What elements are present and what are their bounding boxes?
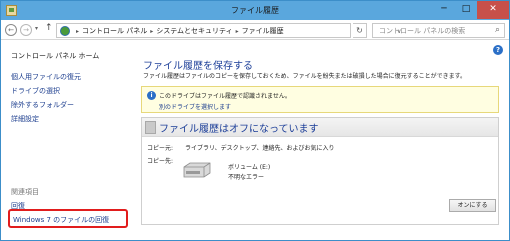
- main-content: ? ファイル履歴を保存する ファイル履歴はファイルのコピーを保存しておくため、フ…: [131, 41, 509, 240]
- sidebar-item-advanced-settings[interactable]: 詳細設定: [11, 114, 39, 124]
- breadcrumb-separator-icon[interactable]: ▸: [236, 28, 239, 35]
- status-title: ファイル履歴はオフになっています: [159, 124, 319, 135]
- drive-status: 不明なエラー: [228, 174, 265, 181]
- select-another-drive-link[interactable]: 別のドライブを選択します: [159, 102, 231, 111]
- title-bar[interactable]: ファイル履歴 ─ □ ✕: [1, 1, 509, 20]
- address-field[interactable]: ▸ コントロール パネル ▸ システムとセキュリティ ▸ ファイル履歴 ∨: [56, 23, 401, 38]
- related-heading: 関連項目: [11, 188, 39, 196]
- sidebar-home-link[interactable]: コントロール パネル ホーム: [11, 51, 99, 61]
- refresh-button[interactable]: ↻: [353, 23, 367, 38]
- page-title: ファイル履歴を保存する: [143, 61, 253, 72]
- copy-to-label: コピー先:: [147, 158, 174, 165]
- recent-locations-dropdown[interactable]: ▾: [35, 25, 38, 32]
- turn-on-button[interactable]: オンにする: [449, 199, 496, 212]
- sidebar: コントロール パネル ホーム 個人用ファイルの復元 ドライブの選択 除外するフォ…: [2, 41, 130, 240]
- sidebar-item-restore-files[interactable]: 個人用ファイルの復元: [11, 72, 81, 82]
- info-notification: i このドライブはファイル履歴で認識されません。 別のドライブを選択します: [141, 86, 499, 113]
- drive-icon: [183, 162, 211, 178]
- breadcrumb-item[interactable]: ファイル履歴: [242, 27, 284, 35]
- breadcrumb: ▸ コントロール パネル ▸ システムとセキュリティ ▸ ファイル履歴: [73, 26, 284, 36]
- control-panel-icon: [60, 26, 70, 36]
- page-description: ファイル履歴はファイルのコピーを保存しておくため、ファイルを紛失または破損した場…: [143, 73, 467, 80]
- back-button[interactable]: ←: [5, 24, 17, 36]
- forward-button[interactable]: →: [20, 24, 32, 36]
- copy-from-value: ライブラリ、デスクトップ、連絡先、およびお気に入り: [185, 145, 335, 152]
- sidebar-item-select-drive[interactable]: ドライブの選択: [11, 86, 60, 96]
- up-button[interactable]: ↑: [45, 23, 53, 33]
- breadcrumb-separator-icon[interactable]: ▸: [76, 28, 79, 35]
- help-icon[interactable]: ?: [493, 45, 503, 55]
- status-off-indicator: [145, 121, 156, 134]
- address-bar: ← → ▾ ↑ ▸ コントロール パネル ▸ システムとセキュリティ ▸ ファイル履歴 ∨…: [1, 20, 509, 40]
- status-header: ファイル履歴はオフになっています: [142, 118, 498, 137]
- info-message: このドライブはファイル履歴で認識されません。: [159, 93, 291, 100]
- drive-name: ボリューム (E:): [228, 164, 271, 171]
- search-icon[interactable]: ⌕: [495, 25, 500, 35]
- breadcrumb-item[interactable]: システムとセキュリティ: [156, 27, 232, 35]
- search-placeholder: コントロール パネルの検索: [379, 27, 466, 35]
- close-button[interactable]: ✕: [477, 1, 509, 19]
- info-icon: i: [147, 91, 156, 100]
- status-panel: ファイル履歴はオフになっています コピー元: ライブラリ、デスクトップ、連絡先、…: [141, 117, 499, 225]
- file-history-window: ファイル履歴 ─ □ ✕ ← → ▾ ↑ ▸ コントロール パネル ▸ システムとセキ…: [0, 0, 510, 241]
- minimize-button[interactable]: ─: [433, 1, 455, 19]
- maximize-button[interactable]: □: [455, 1, 477, 19]
- copy-from-label: コピー元:: [147, 145, 174, 152]
- breadcrumb-item[interactable]: コントロール パネル: [82, 27, 147, 35]
- search-input[interactable]: コントロール パネルの検索 ⌕: [372, 23, 505, 38]
- sidebar-item-exclude-folders[interactable]: 除外するフォルダー: [11, 100, 74, 110]
- breadcrumb-separator-icon[interactable]: ▸: [150, 28, 153, 35]
- related-link-windows7-file-recovery[interactable]: Windows 7 のファイルの回復: [13, 215, 109, 225]
